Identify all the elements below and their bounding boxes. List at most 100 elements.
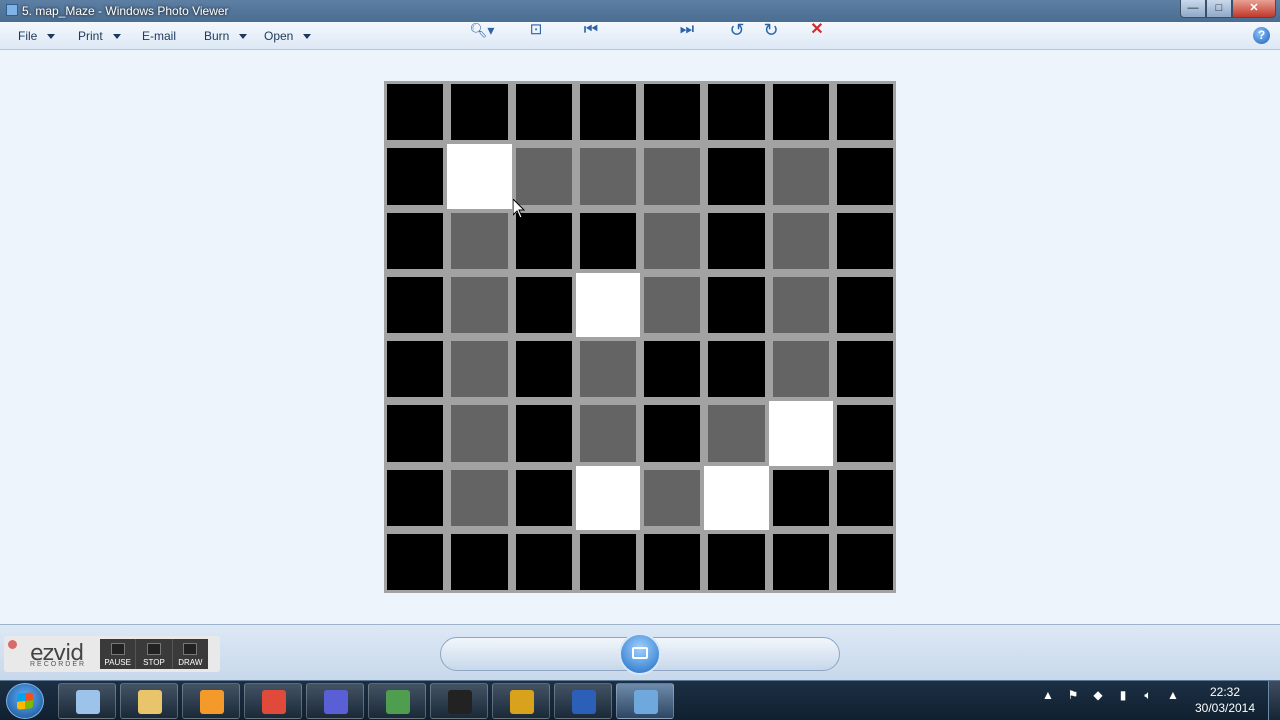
next-icon[interactable]: ⏭ (676, 20, 698, 40)
stop-button[interactable]: STOP (136, 639, 173, 669)
taskbar-app-button[interactable] (244, 683, 302, 719)
photo-viewer-icon (6, 4, 18, 16)
maze-cell-wall (836, 469, 893, 526)
maze-cell-path (772, 148, 829, 205)
pattern-app-icon (510, 690, 534, 714)
maze-cell-path (644, 276, 701, 333)
taskbar-app-button[interactable] (492, 683, 550, 719)
show-hidden-icons-icon[interactable]: ▲ (1040, 687, 1056, 703)
maze-cell-path (708, 405, 765, 462)
menu-email-label: E-mail (142, 29, 177, 43)
draw-button[interactable]: DRAW (173, 639, 208, 669)
draw-icon (183, 643, 198, 655)
menu-open[interactable]: Open (264, 29, 312, 43)
maze-cell-wall (451, 84, 508, 141)
taskbar-app-button[interactable] (430, 683, 488, 719)
maze-cell-wall (644, 341, 701, 398)
chrome-icon (262, 690, 286, 714)
maze-cell-goal (575, 465, 640, 530)
taskbar-clock[interactable]: 22:32 30/03/2014 (1190, 684, 1260, 716)
previous-icon[interactable]: ⏮ (580, 20, 602, 40)
ezvid-logo: ezvid RECORDER (10, 639, 98, 669)
taskbar: ▲ ⚑ ◆ ▮ 🔈︎ ▲ 22:32 30/03/2014 (0, 680, 1280, 720)
dropbox-icon[interactable]: ◆ (1090, 687, 1106, 703)
menu-email[interactable]: E-mail (142, 29, 176, 43)
maze-cell-wall (708, 212, 765, 269)
word-icon (572, 690, 596, 714)
taskbar-app-button[interactable] (306, 683, 364, 719)
minimize-button[interactable]: — (1180, 0, 1206, 18)
chevron-down-icon (112, 34, 121, 40)
maze-cell-wall (387, 533, 444, 590)
maze-cell-path (451, 341, 508, 398)
maze-cell-wall (387, 405, 444, 462)
maze-cell-wall (387, 276, 444, 333)
maze-cell-wall (708, 533, 765, 590)
maximize-button[interactable]: □ (1206, 0, 1232, 18)
ezvid-logo-subtitle: RECORDER (30, 661, 87, 668)
zoom-icon[interactable]: 🔍︎▾ (466, 20, 498, 40)
maze-cell-wall (708, 341, 765, 398)
maze-cell-path (579, 341, 636, 398)
taskbar-app-button[interactable] (58, 683, 116, 719)
taskbar-app-button[interactable] (554, 683, 612, 719)
action-center-flag-icon[interactable]: ⚑ (1065, 687, 1081, 703)
rotate-clockwise-icon[interactable]: ↻ (760, 20, 782, 40)
maze-cell-path (644, 469, 701, 526)
menu-print-label: Print (78, 29, 103, 43)
maze-cell-wall (515, 469, 572, 526)
maze-cell-wall (579, 533, 636, 590)
taskbar-app-button[interactable] (368, 683, 426, 719)
maze-cell-path (451, 212, 508, 269)
file-explorer-icon (138, 690, 162, 714)
maze-cell-wall (644, 405, 701, 462)
maze-cell-wall (708, 276, 765, 333)
taskbar-app-button[interactable] (120, 683, 178, 719)
pause-label: PAUSE (104, 658, 131, 667)
start-button[interactable] (6, 683, 44, 719)
pause-icon (110, 643, 125, 655)
maze-cell-wall (772, 84, 829, 141)
delete-icon[interactable]: ✕ (806, 20, 828, 40)
google-drive-icon[interactable]: ▲ (1165, 687, 1181, 703)
maze-cell-wall (644, 533, 701, 590)
maze-cell-wall (836, 533, 893, 590)
maze-cell-wall (708, 148, 765, 205)
draw-label: DRAW (178, 658, 203, 667)
maze-cell-wall (836, 405, 893, 462)
menu-burn[interactable]: Burn (204, 29, 248, 43)
show-desktop-button[interactable] (1268, 681, 1280, 720)
maze-cell-wall (836, 212, 893, 269)
rotate-counterclockwise-icon[interactable]: ↺ (726, 20, 748, 40)
taskbar-app-button[interactable] (616, 683, 674, 719)
maze-cell-path (772, 212, 829, 269)
slideshow-button[interactable] (619, 633, 661, 675)
menu-print[interactable]: Print (78, 29, 121, 43)
menu-file[interactable]: File (18, 29, 56, 43)
maze-cell-wall (515, 84, 572, 141)
maze-cell-wall (772, 533, 829, 590)
maze-cell-path (451, 276, 508, 333)
maze-cell-path (579, 405, 636, 462)
help-icon[interactable]: ? (1253, 27, 1270, 44)
maze-cell-path (451, 405, 508, 462)
maze-cell-wall (387, 341, 444, 398)
stop-icon (146, 643, 161, 655)
menu-bar: File Print E-mail Burn Open ? (0, 22, 1280, 50)
fit-window-icon[interactable]: ⊡ (525, 20, 547, 40)
maze-cell-goal (447, 144, 512, 209)
chevron-down-icon (303, 34, 312, 40)
maze-cell-path (772, 341, 829, 398)
menu-burn-label: Burn (204, 29, 230, 43)
maze-cell-wall (579, 84, 636, 141)
menu-file-label: File (18, 29, 38, 43)
maze-cell-wall (708, 84, 765, 141)
volume-icon[interactable]: 🔈︎ (1140, 687, 1156, 703)
monitor-app-icon (386, 690, 410, 714)
maze-cell-wall (836, 84, 893, 141)
pause-button[interactable]: PAUSE (100, 639, 137, 669)
maze-cell-wall (387, 148, 444, 205)
taskbar-app-button[interactable] (182, 683, 240, 719)
network-signal-icon[interactable]: ▮ (1115, 687, 1131, 703)
close-button[interactable]: ✕ (1232, 0, 1276, 18)
